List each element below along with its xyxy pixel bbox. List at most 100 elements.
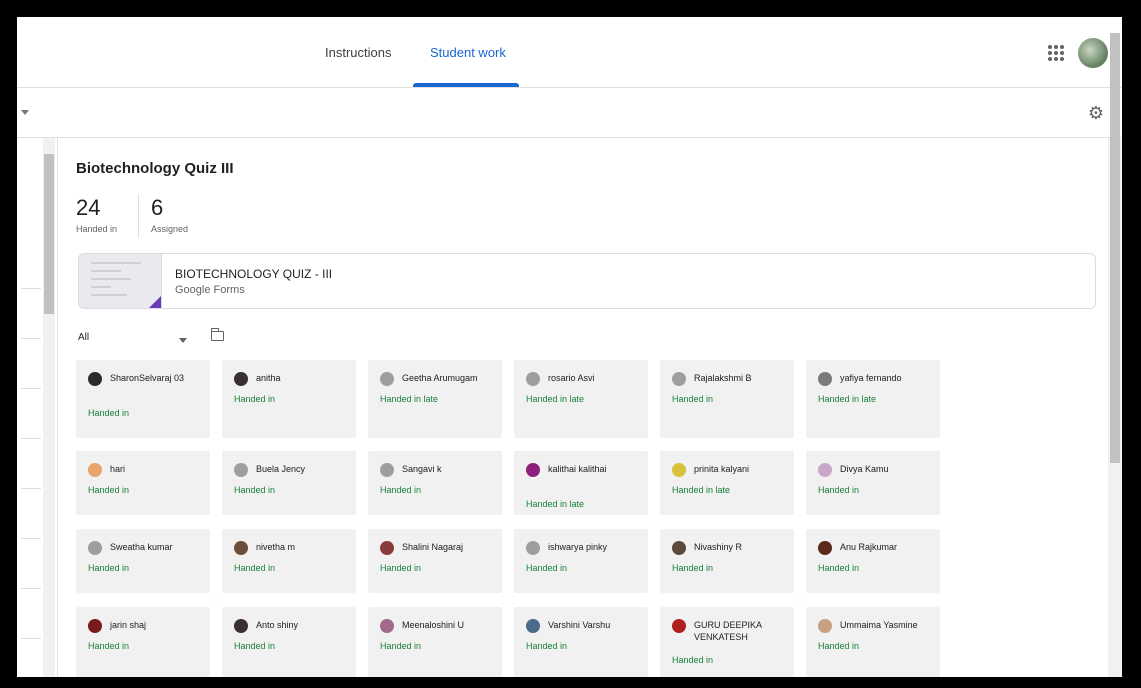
student-card[interactable]: Geetha Arumugam Handed in late — [368, 360, 502, 438]
handed-in-count: 24 — [76, 195, 101, 220]
student-card[interactable]: GURU DEEPIKA VENKATESH Handed in — [660, 607, 794, 677]
student-avatar — [526, 463, 540, 477]
divider — [21, 638, 41, 639]
student-card[interactable]: rosario Asvi Handed in late — [514, 360, 648, 438]
handed-in-stat[interactable]: 24 Handed in — [76, 195, 118, 235]
submission-status: Handed in — [88, 563, 130, 573]
student-card[interactable]: ishwarya pinky Handed in — [514, 529, 648, 593]
toolbar: ⚙ — [17, 88, 1122, 138]
google-forms-icon — [149, 296, 161, 308]
filter-select[interactable]: All — [78, 332, 89, 343]
student-avatar — [818, 463, 832, 477]
form-thumbnail — [79, 254, 162, 308]
student-card[interactable]: prinita kalyani Handed in late — [660, 451, 794, 515]
student-card[interactable]: anitha Handed in — [222, 360, 356, 438]
student-card[interactable]: Ummaima Yasmine Handed in — [806, 607, 940, 677]
student-card[interactable]: Divya Kamu Handed in — [806, 451, 940, 515]
folder-icon[interactable] — [210, 328, 224, 341]
submission-status: Handed in — [526, 641, 568, 651]
divider — [21, 288, 41, 289]
account-avatar[interactable] — [1078, 38, 1108, 68]
submission-status: Handed in — [234, 485, 276, 495]
student-card[interactable]: Anu Rajkumar Handed in — [806, 529, 940, 593]
student-avatar — [88, 372, 102, 386]
student-name: Sweatha kumar — [110, 542, 173, 552]
student-card[interactable]: jarin shaj Handed in — [76, 607, 210, 677]
student-name: anitha — [256, 373, 281, 383]
submission-status: Handed in — [672, 394, 714, 404]
submission-status: Handed in — [380, 563, 422, 573]
student-name: prinita kalyani — [694, 464, 750, 474]
student-card[interactable]: SharonSelvaraj 03 Handed in — [76, 360, 210, 438]
submission-status: Handed in late — [380, 394, 439, 404]
collapse-arrow-icon[interactable] — [21, 110, 29, 115]
assignment-title: Biotechnology Quiz III — [76, 160, 234, 177]
submission-status: Handed in — [234, 394, 276, 404]
handed-in-label: Handed in — [76, 224, 118, 234]
student-card[interactable]: Shalini Nagaraj Handed in — [368, 529, 502, 593]
student-card[interactable]: Meenaloshini U Handed in — [368, 607, 502, 677]
assigned-count: 6 — [151, 195, 164, 220]
submission-status: Handed in — [234, 563, 276, 573]
student-card[interactable]: Rajalakshmi B Handed in — [660, 360, 794, 438]
student-name: Ummaima Yasmine — [840, 620, 918, 630]
student-avatar — [88, 463, 102, 477]
chevron-down-icon[interactable] — [179, 338, 187, 343]
student-card[interactable]: kalithai kalithai Handed in late — [514, 451, 648, 515]
left-scrollbar-thumb[interactable] — [44, 154, 54, 314]
student-name: ishwarya pinky — [548, 542, 608, 552]
student-card[interactable]: nivetha m Handed in — [222, 529, 356, 593]
student-card[interactable]: Anto shiny Handed in — [222, 607, 356, 677]
student-name: Sangavi k — [402, 464, 442, 474]
student-card[interactable]: hari Handed in — [76, 451, 210, 515]
submission-status: Handed in — [234, 641, 276, 651]
student-avatar — [526, 372, 540, 386]
student-name: Nivashiny R — [694, 542, 743, 552]
student-avatar — [672, 463, 686, 477]
attachment-type: Google Forms — [175, 284, 245, 296]
submission-status: Handed in — [88, 485, 130, 495]
student-name: Shalini Nagaraj — [402, 542, 464, 552]
student-card[interactable]: Sangavi k Handed in — [368, 451, 502, 515]
student-name: kalithai kalithai — [548, 464, 607, 474]
tab-student-work[interactable]: Student work — [430, 17, 506, 87]
student-avatar — [818, 619, 832, 633]
student-card[interactable]: Buela Jency Handed in — [222, 451, 356, 515]
student-name: Buela Jency — [256, 464, 306, 474]
student-card[interactable]: yafiya fernando Handed in late — [806, 360, 940, 438]
gear-icon[interactable]: ⚙ — [1088, 103, 1104, 124]
submission-status: Handed in — [818, 641, 860, 651]
divider — [21, 438, 41, 439]
divider — [21, 388, 41, 389]
tab-instructions[interactable]: Instructions — [325, 17, 391, 87]
student-avatar — [380, 541, 394, 555]
student-name: rosario Asvi — [548, 373, 595, 383]
assigned-stat[interactable]: 6 Assigned — [151, 195, 189, 235]
student-avatar — [526, 619, 540, 633]
student-avatar — [818, 372, 832, 386]
submission-status: Handed in late — [818, 394, 877, 404]
student-avatar — [672, 541, 686, 555]
divider — [21, 488, 41, 489]
student-name: Rajalakshmi B — [694, 373, 752, 383]
student-name: GURU DEEPIKA VENKATESH — [694, 620, 762, 642]
submission-status: Handed in — [818, 563, 860, 573]
submission-status: Handed in — [672, 655, 714, 665]
student-card[interactable]: Nivashiny R Handed in — [660, 529, 794, 593]
student-card[interactable]: Varshini Varshu Handed in — [514, 607, 648, 677]
app-window: Instructions Student work ⚙ Biotechnolog… — [14, 14, 1125, 680]
screenshot-frame: Instructions Student work ⚙ Biotechnolog… — [0, 0, 1141, 688]
divider — [21, 588, 41, 589]
student-avatar — [88, 541, 102, 555]
student-card[interactable]: Sweatha kumar Handed in — [76, 529, 210, 593]
attachment-title: BIOTECHNOLOGY QUIZ - III — [175, 267, 333, 281]
attachment-card[interactable]: BIOTECHNOLOGY QUIZ - III Google Forms — [78, 253, 1096, 309]
student-name: Varshini Varshu — [548, 620, 611, 630]
student-name: yafiya fernando — [840, 373, 902, 383]
student-name: Divya Kamu — [840, 464, 889, 474]
stat-divider — [138, 194, 139, 238]
student-avatar — [380, 463, 394, 477]
right-scrollbar-thumb[interactable] — [1110, 33, 1120, 463]
apps-grid-icon[interactable] — [1048, 45, 1064, 61]
assigned-label: Assigned — [151, 224, 189, 234]
